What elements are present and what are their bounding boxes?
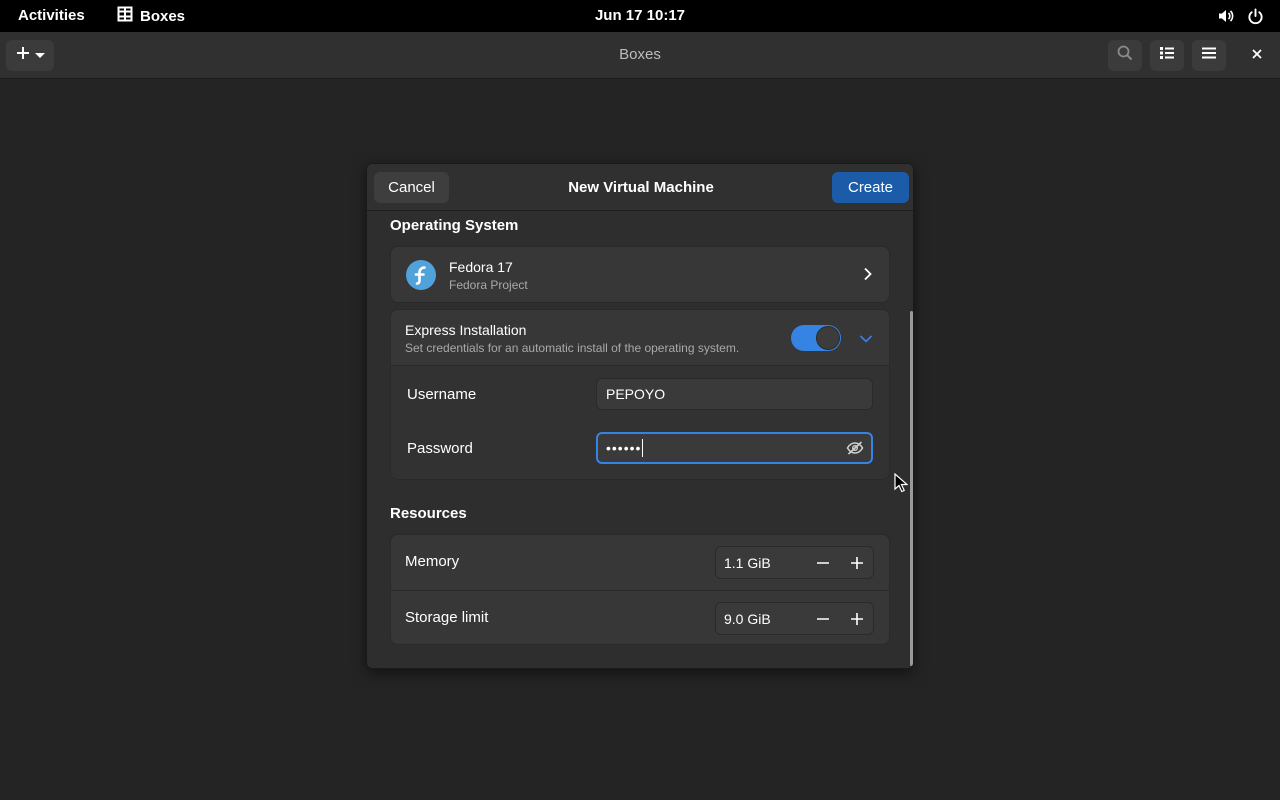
cancel-button[interactable]: Cancel xyxy=(374,172,449,203)
password-value: •••••• xyxy=(606,440,642,456)
app-menu[interactable]: Boxes xyxy=(117,6,186,26)
hamburger-menu-icon xyxy=(1201,45,1217,66)
username-value: PEPOYO xyxy=(606,386,666,402)
top-bar: Activities Boxes Jun 17 10:17 xyxy=(0,0,1280,32)
password-label: Password xyxy=(407,440,473,457)
os-section-title: Operating System xyxy=(390,217,519,234)
credentials-area: Username PEPOYO Password •••••• xyxy=(391,366,889,479)
dropdown-arrow-icon xyxy=(34,47,45,65)
resources-card: Memory 1.1 GiB Storage limit 9.0 GiB xyxy=(390,534,890,645)
express-install-row[interactable]: Express Installation Set credentials for… xyxy=(391,310,889,366)
text-caret xyxy=(642,439,644,457)
power-icon[interactable] xyxy=(1247,7,1264,30)
storage-row: Storage limit 9.0 GiB xyxy=(391,590,889,644)
express-install-card: Express Installation Set credentials for… xyxy=(390,309,890,480)
main-menu-button[interactable] xyxy=(1192,40,1226,71)
username-field[interactable]: PEPOYO xyxy=(596,378,873,410)
close-icon xyxy=(1251,47,1263,65)
dialog-header: Cancel New Virtual Machine Create xyxy=(367,164,913,211)
os-name: Fedora 17 xyxy=(449,259,513,275)
express-install-title: Express Installation xyxy=(405,322,527,338)
new-vm-dialog: Cancel New Virtual Machine Create Operat… xyxy=(366,163,914,669)
chevron-down-icon[interactable] xyxy=(859,331,873,349)
memory-decrease-button[interactable] xyxy=(811,551,835,575)
search-icon xyxy=(1117,45,1133,66)
chevron-right-icon xyxy=(863,267,873,286)
dialog-content[interactable]: Operating System Fedora 17 Fedora Projec… xyxy=(367,211,913,668)
plus-icon xyxy=(16,46,30,65)
memory-row: Memory 1.1 GiB xyxy=(391,535,889,590)
storage-value[interactable]: 9.0 GiB xyxy=(724,611,771,627)
list-view-button[interactable] xyxy=(1150,40,1184,71)
minus-icon xyxy=(817,562,829,564)
storage-decrease-button[interactable] xyxy=(811,607,835,631)
os-vendor: Fedora Project xyxy=(449,278,528,292)
app-boxes-icon xyxy=(117,6,133,26)
memory-increase-button[interactable] xyxy=(845,551,869,575)
express-install-subtitle: Set credentials for an automatic install… xyxy=(405,341,740,355)
create-button[interactable]: Create xyxy=(832,172,909,203)
list-view-icon xyxy=(1159,45,1175,66)
mouse-pointer-icon xyxy=(894,472,909,498)
fedora-logo-icon xyxy=(405,259,437,291)
username-label: Username xyxy=(407,386,477,403)
minus-icon xyxy=(817,618,829,620)
os-selector-row[interactable]: Fedora 17 Fedora Project xyxy=(391,247,889,302)
search-button[interactable] xyxy=(1108,40,1142,71)
storage-label: Storage limit xyxy=(405,609,489,626)
activities-button[interactable]: Activities xyxy=(18,7,85,24)
close-window-button[interactable] xyxy=(1240,40,1274,71)
dialog-title: New Virtual Machine xyxy=(568,179,714,196)
storage-increase-button[interactable] xyxy=(845,607,869,631)
storage-stepper[interactable]: 9.0 GiB xyxy=(715,602,874,635)
clock[interactable]: Jun 17 10:17 xyxy=(595,7,685,24)
express-install-toggle[interactable] xyxy=(791,325,841,351)
plus-icon xyxy=(851,557,863,569)
resources-section-title: Resources xyxy=(390,505,467,522)
password-field[interactable]: •••••• xyxy=(596,432,873,464)
memory-value[interactable]: 1.1 GiB xyxy=(724,555,771,571)
app-menu-label: Boxes xyxy=(140,7,186,25)
show-password-icon[interactable] xyxy=(846,440,864,459)
window-title: Boxes xyxy=(619,46,661,63)
plus-icon xyxy=(851,613,863,625)
dialog-scrollbar[interactable] xyxy=(910,311,913,666)
toggle-knob xyxy=(816,326,840,350)
header-bar: Boxes xyxy=(0,32,1280,79)
memory-stepper[interactable]: 1.1 GiB xyxy=(715,546,874,579)
os-card: Fedora 17 Fedora Project xyxy=(390,246,890,303)
new-box-button[interactable] xyxy=(6,40,54,71)
memory-label: Memory xyxy=(405,553,460,570)
volume-icon[interactable] xyxy=(1217,7,1235,30)
